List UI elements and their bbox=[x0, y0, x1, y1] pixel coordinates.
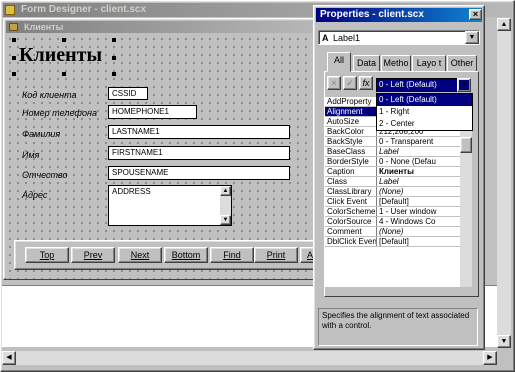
property-row[interactable]: Class Label bbox=[325, 177, 460, 187]
next-button[interactable]: Next bbox=[118, 247, 162, 263]
property-value: 0 - None (Defau bbox=[379, 157, 436, 166]
vscroll-down-button[interactable]: ▼ bbox=[497, 335, 511, 348]
tab-methods[interactable]: Metho bbox=[381, 55, 411, 72]
property-name: BackStyle bbox=[325, 137, 377, 146]
property-row[interactable]: BaseClass Label bbox=[325, 147, 460, 157]
tab-layout[interactable]: Layo t bbox=[412, 55, 446, 72]
property-row[interactable]: ClassLibrary (None) bbox=[325, 187, 460, 197]
property-name: ColorScheme bbox=[327, 207, 377, 216]
field-label-phone[interactable]: Номер телефона bbox=[22, 108, 97, 118]
properties-close-button[interactable]: × bbox=[469, 9, 482, 20]
property-name: Comment bbox=[325, 227, 377, 236]
property-name: BackColor bbox=[325, 127, 377, 136]
field-middlename[interactable]: SPOUSENAME bbox=[108, 166, 290, 180]
property-name: ClassLibrary bbox=[325, 187, 377, 196]
address-scrollbar[interactable]: ▲ ▼ bbox=[220, 186, 231, 225]
tab-other[interactable]: Other bbox=[447, 55, 477, 72]
selection-handle[interactable] bbox=[112, 38, 116, 42]
property-name: AutoSize bbox=[325, 117, 377, 126]
field-firstname[interactable]: FIRSTNAME1 bbox=[108, 146, 290, 160]
property-name: Caption bbox=[325, 167, 377, 176]
selection-handle[interactable] bbox=[112, 72, 116, 76]
form-heading-label[interactable]: Клиенты bbox=[19, 43, 114, 67]
hscroll-right-button[interactable]: ▶ bbox=[483, 351, 497, 365]
property-value: Label bbox=[379, 147, 399, 156]
form-icon bbox=[9, 23, 18, 31]
object-selector-value: Label1 bbox=[333, 33, 361, 43]
selection-handle[interactable] bbox=[112, 56, 116, 60]
object-selector[interactable]: A Label1 ▼ bbox=[318, 30, 480, 45]
field-lastname[interactable]: LASTNAME1 bbox=[108, 125, 290, 139]
scroll-down-button[interactable]: ▼ bbox=[220, 215, 231, 225]
property-value-field[interactable]: 0 - Left (Default) bbox=[376, 78, 470, 92]
selection-handle[interactable] bbox=[12, 56, 16, 60]
function-icon[interactable]: fx bbox=[359, 76, 373, 90]
property-row[interactable]: ColorScheme 1 - User window bbox=[325, 207, 460, 217]
form-titlebar[interactable]: Клиенты bbox=[6, 21, 321, 33]
scroll-up-button[interactable]: ▲ bbox=[220, 186, 231, 196]
property-name: Alignment bbox=[325, 107, 377, 116]
property-name: ColorSource bbox=[325, 217, 377, 226]
designer-horizontal-scrollbar[interactable]: ◀ ▶ bbox=[2, 351, 497, 365]
field-phone[interactable]: HOMEPHONE1 bbox=[108, 105, 197, 119]
dropdown-option-center[interactable]: 2 - Center bbox=[377, 118, 472, 130]
property-description: Specifies the alignment of text associat… bbox=[318, 308, 478, 346]
property-row[interactable]: BackStyle 0 - Transparent bbox=[325, 137, 460, 147]
field-label-lastname[interactable]: Фамилия bbox=[22, 129, 60, 139]
property-value: 1 - User window bbox=[379, 207, 437, 216]
hscroll-left-button[interactable]: ◀ bbox=[2, 351, 16, 365]
top-button[interactable]: Top bbox=[25, 247, 69, 263]
property-name: Click Event bbox=[325, 197, 377, 206]
accept-icon[interactable]: ✓ bbox=[343, 76, 357, 90]
property-value: (None) bbox=[379, 187, 404, 196]
selection-handle[interactable] bbox=[62, 72, 66, 76]
property-name: Class bbox=[325, 177, 377, 186]
property-row[interactable]: DblClick Event [Default] bbox=[325, 237, 460, 247]
property-name: AddProperty bbox=[325, 97, 377, 106]
field-label-firstname[interactable]: Имя bbox=[22, 150, 39, 160]
bottom-button[interactable]: Bottom bbox=[164, 247, 208, 263]
find-button[interactable]: Find bbox=[210, 247, 254, 263]
property-value: (None) bbox=[379, 227, 404, 236]
property-row[interactable]: Caption Клиенты bbox=[325, 167, 460, 177]
properties-titlebar[interactable]: Properties - client.scx bbox=[316, 8, 482, 22]
property-row[interactable]: Comment (None) bbox=[325, 227, 460, 237]
vscroll-up-button[interactable]: ▲ bbox=[497, 18, 511, 31]
selection-handle[interactable] bbox=[62, 38, 66, 42]
property-value: Label bbox=[379, 177, 399, 186]
field-label-middlename[interactable]: Отчество bbox=[22, 170, 68, 180]
designer-vertical-scrollbar[interactable]: ▲ ▼ bbox=[497, 18, 511, 348]
field-address[interactable]: ADDRESS bbox=[108, 185, 232, 226]
property-value: 4 - Windows Co bbox=[379, 217, 436, 226]
tab-all[interactable]: All bbox=[327, 52, 351, 72]
field-client-id[interactable]: CSSID bbox=[108, 87, 148, 100]
property-row[interactable]: BorderStyle 0 - None (Defau bbox=[325, 157, 460, 167]
field-label-address[interactable]: Адрес bbox=[22, 190, 47, 200]
property-value: Клиенты bbox=[379, 167, 414, 176]
property-name: BaseClass bbox=[325, 147, 377, 156]
property-value: [Default] bbox=[379, 237, 409, 246]
property-name: DblClick Event bbox=[327, 237, 377, 246]
property-value: [Default] bbox=[379, 197, 409, 206]
property-name: BorderStyle bbox=[325, 157, 377, 166]
tab-data[interactable]: Data bbox=[353, 55, 380, 72]
chevron-down-icon[interactable]: ▼ bbox=[465, 31, 479, 44]
dropdown-option-right[interactable]: 1 - Right bbox=[377, 106, 472, 118]
property-row[interactable]: Click Event [Default] bbox=[325, 197, 460, 207]
field-label-client-id[interactable]: Код клиента bbox=[22, 90, 76, 100]
print-button[interactable]: Print bbox=[254, 247, 298, 263]
selection-handle[interactable] bbox=[12, 72, 16, 76]
grid-scroll-thumb[interactable] bbox=[460, 137, 472, 153]
alignment-dropdown-list: 0 - Left (Default) 1 - Right 2 - Center bbox=[376, 93, 473, 131]
property-row[interactable]: ColorSource 4 - Windows Co bbox=[325, 217, 460, 227]
prev-button[interactable]: Prev bbox=[71, 247, 115, 263]
cancel-icon[interactable]: × bbox=[327, 76, 341, 90]
app-icon bbox=[5, 5, 15, 15]
dropdown-option-left[interactable]: 0 - Left (Default) bbox=[377, 94, 472, 106]
value-dropdown-button[interactable]: ▼ bbox=[457, 78, 471, 92]
label-object-icon: A bbox=[322, 33, 329, 43]
property-value: 0 - Transparent bbox=[379, 137, 434, 146]
selection-handle[interactable] bbox=[12, 38, 16, 42]
